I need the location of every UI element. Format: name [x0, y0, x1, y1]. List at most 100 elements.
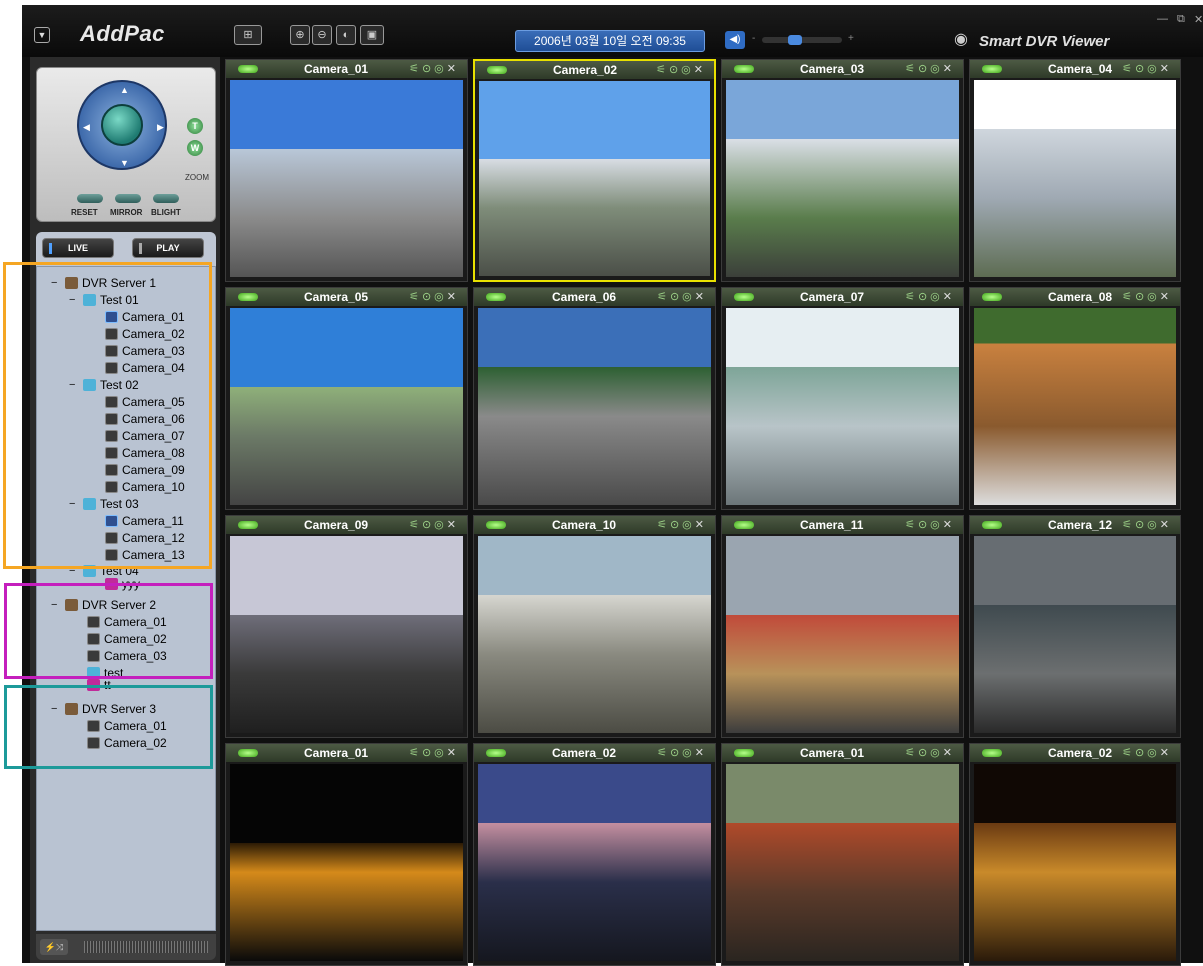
camera-feed-image[interactable] [478, 308, 711, 505]
close-icon[interactable]: ✕ [943, 519, 955, 531]
close-icon[interactable]: ✕ [1160, 63, 1172, 75]
camera-feed-image[interactable] [726, 536, 959, 733]
play-icon[interactable]: ⊙ [422, 291, 434, 303]
reset-button[interactable] [77, 194, 103, 203]
eye-icon[interactable]: ◎ [930, 291, 943, 303]
ptz-center-button[interactable] [101, 104, 143, 146]
play-icon[interactable]: ⊙ [669, 64, 681, 76]
play-icon[interactable]: ⊙ [670, 291, 682, 303]
snapshot-icon[interactable]: ▣ [360, 25, 384, 45]
record-icon[interactable]: ◐ [336, 25, 356, 45]
close-icon[interactable]: ✕ [447, 291, 459, 303]
camera-tile[interactable]: Camera_01 ⚟⊙◎✕ [225, 59, 468, 282]
camera-feed-image[interactable] [230, 308, 463, 505]
camera-feed-image[interactable] [479, 81, 710, 276]
camera-tile[interactable]: Camera_02 ⚟⊙◎✕ [969, 743, 1181, 966]
camera-tile[interactable]: Camera_09 ⚟⊙◎✕ [225, 515, 468, 738]
close-icon[interactable]: ✕ [943, 747, 955, 759]
arrow-up-icon[interactable]: ▲ [120, 85, 129, 95]
live-button[interactable]: LIVE [42, 238, 114, 258]
eye-icon[interactable]: ◎ [930, 519, 943, 531]
volume-slider[interactable] [762, 35, 842, 45]
arrow-right-icon[interactable]: ▶ [157, 122, 164, 133]
grid-layout-button[interactable]: ⊞ [234, 25, 262, 45]
camera-feed-image[interactable] [974, 80, 1176, 277]
close-icon[interactable]: ✕ [1160, 291, 1172, 303]
close-icon[interactable]: ✕ [695, 747, 707, 759]
zoom-out-icon[interactable]: ⊖ [312, 25, 332, 45]
zoom-in-icon[interactable]: ⊕ [290, 25, 310, 45]
eye-icon[interactable]: ◎ [930, 63, 943, 75]
audio-icon[interactable]: ⚟ [657, 519, 670, 531]
play-icon[interactable]: ⊙ [918, 747, 930, 759]
close-icon[interactable]: ✕ [1160, 519, 1172, 531]
audio-icon[interactable]: ⚟ [409, 63, 422, 75]
eye-icon[interactable]: ◎ [1147, 63, 1160, 75]
close-icon[interactable]: ✕ [943, 291, 955, 303]
audio-icon[interactable]: ⚟ [657, 747, 670, 759]
camera-feed-image[interactable] [726, 308, 959, 505]
camera-feed-image[interactable] [726, 764, 959, 961]
play-icon[interactable]: ⊙ [422, 519, 434, 531]
close-icon[interactable]: ✕ [943, 63, 955, 75]
arrow-left-icon[interactable]: ◀ [83, 122, 90, 133]
audio-icon[interactable]: ⚟ [409, 291, 422, 303]
camera-tile[interactable]: Camera_12 ⚟⊙◎✕ [969, 515, 1181, 738]
eye-icon[interactable]: ◎ [434, 63, 447, 75]
camera-tile[interactable]: Camera_01 ⚟⊙◎✕ [721, 743, 964, 966]
camera-tile[interactable]: Camera_04 ⚟⊙◎✕ [969, 59, 1181, 282]
audio-icon[interactable]: ⚟ [905, 291, 918, 303]
audio-icon[interactable]: ⚟ [657, 291, 670, 303]
play-icon[interactable]: ⊙ [1135, 519, 1147, 531]
close-icon[interactable]: ✕ [1194, 13, 1203, 26]
eye-icon[interactable]: ◎ [681, 64, 694, 76]
camera-feed-image[interactable] [974, 536, 1176, 733]
eye-icon[interactable]: ◎ [1147, 519, 1160, 531]
play-icon[interactable]: ⊙ [422, 747, 434, 759]
volume-knob[interactable] [788, 35, 802, 45]
camera-tile[interactable]: Camera_02 ⚟⊙◎✕ [473, 743, 716, 966]
camera-tile[interactable]: Camera_08 ⚟⊙◎✕ [969, 287, 1181, 510]
menu-dropdown-icon[interactable]: ▼ [34, 27, 50, 43]
camera-feed-image[interactable] [974, 764, 1176, 961]
arrow-down-icon[interactable]: ▼ [120, 158, 129, 168]
camera-feed-image[interactable] [974, 308, 1176, 505]
close-icon[interactable]: ✕ [694, 64, 706, 76]
camera-feed-image[interactable] [230, 764, 463, 961]
eye-icon[interactable]: ◎ [1147, 291, 1160, 303]
camera-feed-image[interactable] [230, 80, 463, 277]
eye-icon[interactable]: ◎ [1147, 747, 1160, 759]
camera-tile[interactable]: Camera_10 ⚟⊙◎✕ [473, 515, 716, 738]
play-icon[interactable]: ⊙ [918, 63, 930, 75]
play-icon[interactable]: ⊙ [422, 63, 434, 75]
audio-icon[interactable]: ⚟ [409, 747, 422, 759]
eye-icon[interactable]: ◎ [930, 747, 943, 759]
speaker-icon[interactable]: ◀) [725, 31, 745, 49]
camera-tile[interactable]: Camera_06 ⚟⊙◎✕ [473, 287, 716, 510]
camera-feed-image[interactable] [478, 764, 711, 961]
ptz-direction-pad[interactable]: ▲ ▼ ◀ ▶ [77, 80, 167, 170]
close-icon[interactable]: ✕ [447, 63, 459, 75]
blight-button[interactable] [153, 194, 179, 203]
zoom-wide-button[interactable]: W [187, 140, 203, 156]
audio-icon[interactable]: ⚟ [905, 519, 918, 531]
audio-icon[interactable]: ⚟ [905, 63, 918, 75]
eye-icon[interactable]: ◎ [434, 747, 447, 759]
play-icon[interactable]: ⊙ [1135, 291, 1147, 303]
eye-icon[interactable]: ◎ [434, 291, 447, 303]
audio-icon[interactable]: ⚟ [1122, 519, 1135, 531]
camera-feed-image[interactable] [230, 536, 463, 733]
network-shuffle-icon[interactable]: ⚡⤨ [40, 939, 68, 955]
audio-icon[interactable]: ⚟ [1122, 63, 1135, 75]
close-icon[interactable]: ✕ [695, 291, 707, 303]
camera-tile[interactable]: Camera_01 ⚟⊙◎✕ [225, 743, 468, 966]
close-icon[interactable]: ✕ [447, 747, 459, 759]
camera-tile[interactable]: Camera_11 ⚟⊙◎✕ [721, 515, 964, 738]
eye-icon[interactable]: ◎ [434, 519, 447, 531]
close-icon[interactable]: ✕ [447, 519, 459, 531]
play-button[interactable]: PLAY [132, 238, 204, 258]
play-icon[interactable]: ⊙ [918, 519, 930, 531]
play-icon[interactable]: ⊙ [670, 519, 682, 531]
play-icon[interactable]: ⊙ [670, 747, 682, 759]
play-icon[interactable]: ⊙ [918, 291, 930, 303]
